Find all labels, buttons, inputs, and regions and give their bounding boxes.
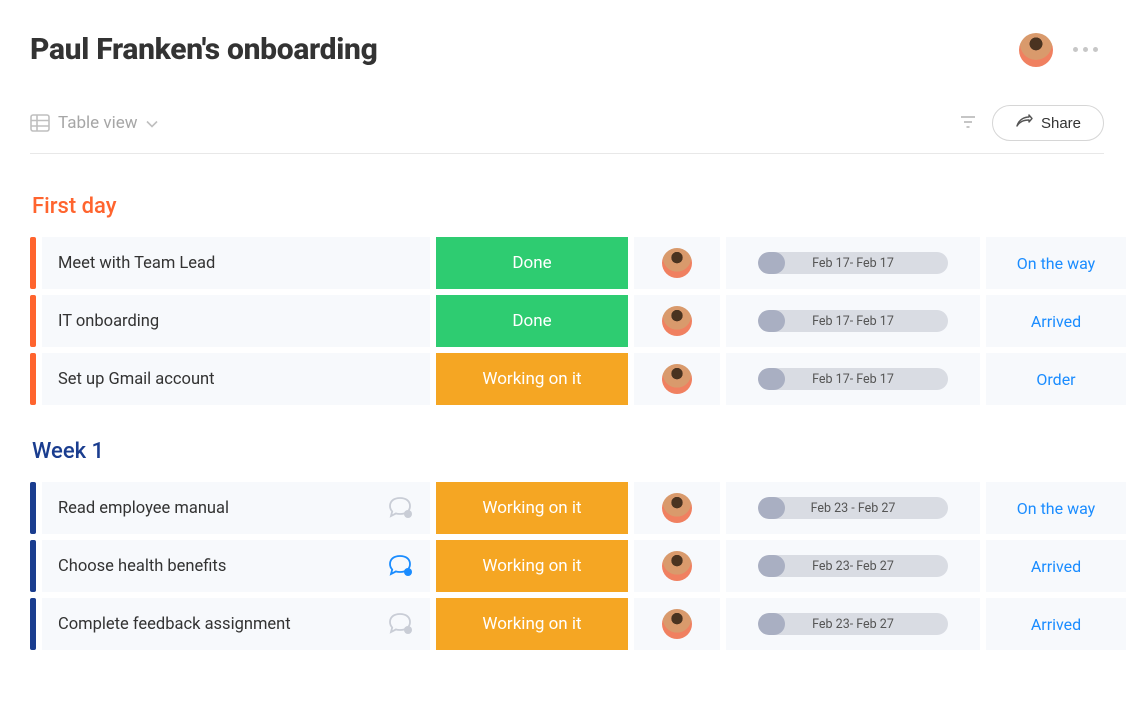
view-selector-label: Table view xyxy=(58,113,138,133)
timeline-cell[interactable]: Feb 23 - Feb 27 xyxy=(726,482,980,534)
status-cell[interactable]: Working on it xyxy=(436,540,628,592)
status-label: Working on it xyxy=(482,498,581,518)
task-name-cell[interactable]: Set up Gmail account xyxy=(42,353,430,405)
row-color-bar xyxy=(30,295,36,347)
status-cell[interactable]: Done xyxy=(436,295,628,347)
assignee-avatar xyxy=(662,364,692,394)
table-row: Read employee manual Working on it Feb 2… xyxy=(30,482,1104,534)
task-name-label: Complete feedback assignment xyxy=(58,615,291,634)
group-title[interactable]: First day xyxy=(30,194,1104,219)
filter-icon[interactable] xyxy=(960,114,976,133)
status-label: Working on it xyxy=(482,614,581,634)
timeline-cell[interactable]: Feb 17- Feb 17 xyxy=(726,295,980,347)
user-avatar[interactable] xyxy=(1019,33,1053,67)
assignee-avatar xyxy=(662,551,692,581)
timeline-cell[interactable]: Feb 23- Feb 27 xyxy=(726,540,980,592)
table-row: Meet with Team Lead Done Feb 17- Feb 17 … xyxy=(30,237,1104,289)
view-selector-dropdown[interactable]: Table view xyxy=(30,113,158,133)
assignee-avatar xyxy=(662,248,692,278)
table-row: Complete feedback assignment Working on … xyxy=(30,598,1104,650)
assignee-avatar xyxy=(662,493,692,523)
group-week-1: Week 1 Read employee manual Working on i… xyxy=(30,439,1104,650)
timeline-pill: Feb 23- Feb 27 xyxy=(758,555,948,577)
table-row: Set up Gmail account Working on it Feb 1… xyxy=(30,353,1104,405)
row-color-bar xyxy=(30,482,36,534)
tag-label: On the way xyxy=(1017,254,1096,273)
task-name-cell[interactable]: Meet with Team Lead xyxy=(42,237,430,289)
task-name-label: Choose health benefits xyxy=(58,557,226,576)
task-name-cell[interactable]: IT onboarding xyxy=(42,295,430,347)
timeline-cell[interactable]: Feb 17- Feb 17 xyxy=(726,237,980,289)
timeline-pill: Feb 23 - Feb 27 xyxy=(758,497,948,519)
task-name-label: IT onboarding xyxy=(58,312,159,331)
table-row: Choose health benefits Working on it Feb… xyxy=(30,540,1104,592)
tag-label: Order xyxy=(1036,370,1075,389)
assignee-avatar xyxy=(662,609,692,639)
table-row: IT onboarding Done Feb 17- Feb 17 Arrive… xyxy=(30,295,1104,347)
timeline-cell[interactable]: Feb 23- Feb 27 xyxy=(726,598,980,650)
status-label: Done xyxy=(512,253,551,273)
task-name-label: Read employee manual xyxy=(58,499,229,518)
status-cell[interactable]: Working on it xyxy=(436,353,628,405)
group-title[interactable]: Week 1 xyxy=(30,439,1104,464)
row-color-bar xyxy=(30,353,36,405)
status-label: Working on it xyxy=(482,556,581,576)
chat-icon[interactable] xyxy=(386,495,414,521)
timeline-label: Feb 23- Feb 27 xyxy=(812,617,894,632)
status-cell[interactable]: Working on it xyxy=(436,482,628,534)
tag-cell[interactable]: Arrived xyxy=(986,598,1126,650)
table-icon xyxy=(30,114,50,132)
chat-icon[interactable] xyxy=(386,553,414,579)
status-label: Done xyxy=(512,311,551,331)
task-name-cell[interactable]: Read employee manual xyxy=(42,482,430,534)
status-cell[interactable]: Done xyxy=(436,237,628,289)
tag-label: On the way xyxy=(1017,499,1096,518)
task-name-label: Set up Gmail account xyxy=(58,370,215,389)
tag-cell[interactable]: Order xyxy=(986,353,1126,405)
timeline-label: Feb 23 - Feb 27 xyxy=(811,501,896,516)
timeline-pill: Feb 17- Feb 17 xyxy=(758,310,948,332)
tag-cell[interactable]: Arrived xyxy=(986,295,1126,347)
timeline-pill: Feb 23- Feb 27 xyxy=(758,613,948,635)
row-color-bar xyxy=(30,540,36,592)
tag-label: Arrived xyxy=(1031,312,1081,331)
task-name-cell[interactable]: Choose health benefits xyxy=(42,540,430,592)
more-options-button[interactable] xyxy=(1067,41,1104,58)
row-color-bar xyxy=(30,237,36,289)
task-name-label: Meet with Team Lead xyxy=(58,254,215,273)
timeline-label: Feb 23- Feb 27 xyxy=(812,559,894,574)
timeline-label: Feb 17- Feb 17 xyxy=(812,372,894,387)
chat-icon[interactable] xyxy=(386,611,414,637)
person-cell[interactable] xyxy=(634,598,720,650)
timeline-pill: Feb 17- Feb 17 xyxy=(758,252,948,274)
status-cell[interactable]: Working on it xyxy=(436,598,628,650)
row-color-bar xyxy=(30,598,36,650)
person-cell[interactable] xyxy=(634,353,720,405)
tag-cell[interactable]: Arrived xyxy=(986,540,1126,592)
tag-label: Arrived xyxy=(1031,615,1081,634)
person-cell[interactable] xyxy=(634,237,720,289)
share-button-label: Share xyxy=(1041,115,1081,132)
share-button[interactable]: Share xyxy=(992,105,1104,141)
person-cell[interactable] xyxy=(634,482,720,534)
person-cell[interactable] xyxy=(634,295,720,347)
person-cell[interactable] xyxy=(634,540,720,592)
divider xyxy=(30,153,1104,154)
page-title: Paul Franken's onboarding xyxy=(30,32,378,67)
status-label: Working on it xyxy=(482,369,581,389)
tag-cell[interactable]: On the way xyxy=(986,482,1126,534)
task-name-cell[interactable]: Complete feedback assignment xyxy=(42,598,430,650)
share-icon xyxy=(1015,114,1033,132)
group-first-day: First day Meet with Team Lead Done Feb 1… xyxy=(30,194,1104,405)
timeline-pill: Feb 17- Feb 17 xyxy=(758,368,948,390)
assignee-avatar xyxy=(662,306,692,336)
tag-label: Arrived xyxy=(1031,557,1081,576)
timeline-label: Feb 17- Feb 17 xyxy=(812,256,894,271)
timeline-label: Feb 17- Feb 17 xyxy=(812,314,894,329)
tag-cell[interactable]: On the way xyxy=(986,237,1126,289)
chevron-down-icon xyxy=(146,113,158,133)
timeline-cell[interactable]: Feb 17- Feb 17 xyxy=(726,353,980,405)
